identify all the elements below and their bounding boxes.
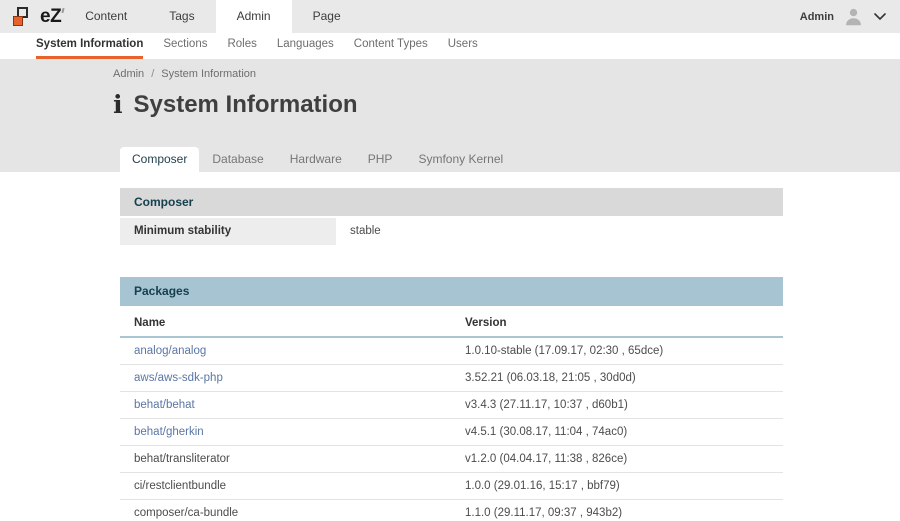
subnav-item-system-information[interactable]: System Information bbox=[36, 33, 143, 59]
info-icon: ℹ bbox=[113, 90, 123, 119]
tab-composer[interactable]: Composer bbox=[120, 147, 199, 172]
top-navigation: Content Tags Admin Page bbox=[64, 0, 361, 33]
packages-section-title: Packages bbox=[120, 277, 783, 306]
breadcrumb-system-information: System Information bbox=[161, 68, 256, 80]
table-row: behat/behat v3.4.3 (27.11.17, 10:37 , d6… bbox=[120, 392, 783, 419]
packages-column-headers: Name Version bbox=[120, 308, 783, 338]
package-link[interactable]: aws/aws-sdk-php bbox=[134, 372, 223, 384]
column-header-name: Name bbox=[120, 308, 451, 336]
user-name-label: Admin bbox=[800, 11, 834, 23]
ez-logo[interactable]: eZ bbox=[0, 0, 64, 33]
admin-sub-navigation: System Information Sections Roles Langua… bbox=[0, 33, 900, 59]
tab-php[interactable]: PHP bbox=[355, 147, 406, 172]
minimum-stability-label: Minimum stability bbox=[120, 218, 336, 245]
topnav-item-content[interactable]: Content bbox=[64, 0, 148, 33]
package-version: v1.2.0 (04.04.17, 11:38 , 826ce) bbox=[451, 446, 783, 472]
main-content: Composer Minimum stability stable Packag… bbox=[0, 172, 900, 521]
topnav-item-page[interactable]: Page bbox=[292, 0, 362, 33]
user-menu[interactable]: Admin bbox=[800, 0, 900, 33]
ez-logo-icon bbox=[13, 7, 33, 27]
page-title: ℹ System Information bbox=[113, 90, 900, 119]
subnav-item-roles[interactable]: Roles bbox=[227, 33, 256, 59]
table-row: Minimum stability stable bbox=[120, 218, 783, 245]
subnav-item-content-types[interactable]: Content Types bbox=[354, 33, 428, 59]
composer-section-title: Composer bbox=[120, 188, 783, 216]
subnav-item-sections[interactable]: Sections bbox=[163, 33, 207, 59]
subnav-item-users[interactable]: Users bbox=[448, 33, 478, 59]
tab-hardware[interactable]: Hardware bbox=[277, 147, 355, 172]
package-version: 3.52.21 (06.03.18, 21:05 , 30d0d) bbox=[451, 365, 783, 391]
packages-section: Packages Name Version analog/analog 1.0.… bbox=[120, 277, 783, 521]
topnav-item-tags[interactable]: Tags bbox=[148, 0, 215, 33]
package-version: v4.5.1 (30.08.17, 11:04 , 74ac0) bbox=[451, 419, 783, 445]
table-row: behat/transliterator v1.2.0 (04.04.17, 1… bbox=[120, 446, 783, 473]
tab-database[interactable]: Database bbox=[199, 147, 276, 172]
topnav-item-admin[interactable]: Admin bbox=[216, 0, 292, 33]
package-name: composer/ca-bundle bbox=[134, 507, 238, 519]
package-version: 1.0.0 (29.01.16, 15:17 , bbf79) bbox=[451, 473, 783, 499]
table-row: aws/aws-sdk-php 3.52.21 (06.03.18, 21:05… bbox=[120, 365, 783, 392]
minimum-stability-value: stable bbox=[336, 218, 783, 245]
page-title-text: System Information bbox=[134, 91, 358, 119]
package-name: ci/restclientbundle bbox=[134, 480, 226, 492]
breadcrumb-admin[interactable]: Admin bbox=[113, 68, 144, 80]
subnav-item-languages[interactable]: Languages bbox=[277, 33, 334, 59]
package-version: 1.0.10-stable (17.09.17, 02:30 , 65dce) bbox=[451, 338, 783, 364]
page-header: Admin / System Information ℹ System Inform… bbox=[0, 59, 900, 172]
table-row: ci/restclientbundle 1.0.0 (29.01.16, 15:… bbox=[120, 473, 783, 500]
package-name: behat/transliterator bbox=[134, 453, 230, 465]
ez-logo-text: eZ bbox=[40, 6, 61, 28]
package-link[interactable]: analog/analog bbox=[134, 345, 206, 357]
breadcrumb: Admin / System Information bbox=[0, 59, 900, 80]
package-link[interactable]: behat/behat bbox=[134, 399, 195, 411]
tab-symfony-kernel[interactable]: Symfony Kernel bbox=[405, 147, 516, 172]
chevron-down-icon bbox=[874, 13, 886, 21]
column-header-version: Version bbox=[451, 308, 783, 336]
breadcrumb-separator: / bbox=[151, 68, 154, 80]
table-row: composer/ca-bundle 1.1.0 (29.11.17, 09:3… bbox=[120, 500, 783, 521]
system-info-tabs: Composer Database Hardware PHP Symfony K… bbox=[120, 147, 516, 172]
topbar: eZ Content Tags Admin Page Admin bbox=[0, 0, 900, 33]
package-version: v3.4.3 (27.11.17, 10:37 , d60b1) bbox=[451, 392, 783, 418]
package-version: 1.1.0 (29.11.17, 09:37 , 943b2) bbox=[451, 500, 783, 521]
composer-section: Composer Minimum stability stable bbox=[120, 188, 783, 245]
package-link[interactable]: behat/gherkin bbox=[134, 426, 204, 438]
avatar-icon bbox=[843, 6, 864, 27]
table-row: behat/gherkin v4.5.1 (30.08.17, 11:04 , … bbox=[120, 419, 783, 446]
table-row: analog/analog 1.0.10-stable (17.09.17, 0… bbox=[120, 338, 783, 365]
